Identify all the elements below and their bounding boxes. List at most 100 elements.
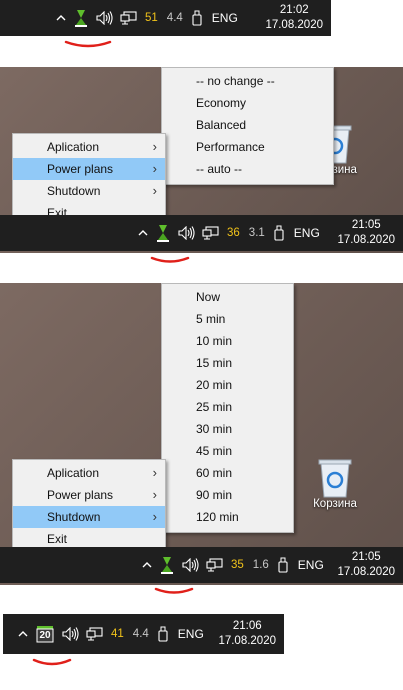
clock-date: 17.08.2020 [218,635,276,647]
menu-item-aplication[interactable]: Aplication › [13,462,165,484]
system-tray: 51 4.4 ENG [56,0,238,36]
shutdown-option-20-min[interactable]: 20 min [162,374,293,396]
screenshot-panel-4: 20 41 4.4 ENG 21:06 17.08.2020 [0,612,403,690]
usb-drive-icon[interactable] [278,557,288,573]
power-plan-balanced[interactable]: Balanced [162,114,333,136]
chevron-up-icon[interactable] [56,13,66,23]
monitor-icon[interactable] [120,11,137,25]
clock-time: 21:02 [279,4,309,16]
shutdown-option-5-min[interactable]: 5 min [162,308,293,330]
red-underline-mark [154,587,194,594]
screenshot-panel-2: Корзина -- no change -- Economy Balanced… [0,67,403,253]
system-tray: 36 3.1 ENG [138,215,320,251]
shutdown-option-30-min[interactable]: 30 min [162,418,293,440]
submenu-arrow-icon: › [152,161,157,176]
speaker-icon[interactable] [178,226,196,240]
recycle-bin[interactable]: Корзина [300,455,370,510]
clock-date: 17.08.2020 [337,566,395,578]
clock-time: 21:05 [351,219,381,231]
cpu-load: 4.4 [132,628,149,640]
cpu-temperature: 35 [231,559,244,571]
cpu-load: 1.6 [252,559,269,571]
battery-status-icon[interactable] [74,9,88,27]
menu-item-label: Power plans [47,488,114,502]
language-indicator[interactable]: ENG [294,226,320,240]
clock-time: 21:06 [232,620,262,632]
usb-drive-icon[interactable] [274,225,284,241]
timer-number: 20 [39,630,51,641]
speaker-icon[interactable] [182,558,200,572]
monitor-icon[interactable] [206,558,223,572]
shutdown-option-10-min[interactable]: 10 min [162,330,293,352]
screenshot-panel-3: Корзина Now 5 min 10 min 15 min 20 min 2… [0,283,403,585]
shutdown-option-120-min[interactable]: 120 min [162,506,293,528]
power-plans-submenu: -- no change -- Economy Balanced Perform… [161,67,334,185]
menu-item-label: Aplication [47,140,100,154]
clock-date: 17.08.2020 [337,234,395,246]
context-menu: Aplication › Power plans › Shutdown › Ex… [12,459,166,553]
power-plan-performance[interactable]: Performance [162,136,333,158]
shutdown-option-60-min[interactable]: 60 min [162,462,293,484]
menu-item-label: Aplication [47,466,100,480]
battery-status-icon[interactable] [156,224,170,242]
usb-drive-icon[interactable] [192,10,202,26]
clock-date: 17.08.2020 [265,19,323,31]
clock[interactable]: 21:05 17.08.2020 [337,550,395,580]
system-tray: 20 41 4.4 ENG [18,614,204,654]
monitor-icon[interactable] [202,226,219,240]
monitor-icon[interactable] [86,627,103,641]
chevron-up-icon[interactable] [138,228,148,238]
menu-item-aplication[interactable]: Aplication › [13,136,165,158]
language-indicator[interactable]: ENG [298,558,324,572]
red-underline-mark [32,658,72,666]
system-tray: 35 1.6 ENG [142,547,324,583]
submenu-arrow-icon: › [152,183,157,198]
taskbar: 36 3.1 ENG 21:05 17.08.2020 [0,215,403,251]
shutdown-option-now[interactable]: Now [162,286,293,308]
usb-drive-icon[interactable] [158,626,168,642]
taskbar: 20 41 4.4 ENG 21:06 17.08.2020 [3,614,284,654]
red-underline-mark [64,40,112,48]
power-plan-economy[interactable]: Economy [162,92,333,114]
clock[interactable]: 21:05 17.08.2020 [337,218,395,248]
menu-item-shutdown[interactable]: Shutdown › [13,506,165,528]
shutdown-option-25-min[interactable]: 25 min [162,396,293,418]
chevron-up-icon[interactable] [142,560,152,570]
menu-item-label: Shutdown [47,184,101,198]
chevron-up-icon[interactable] [18,629,28,639]
language-indicator[interactable]: ENG [178,627,204,641]
menu-item-label: Power plans [47,162,114,176]
clock[interactable]: 21:02 17.08.2020 [265,3,323,33]
taskbar: 35 1.6 ENG 21:05 17.08.2020 [0,547,403,583]
submenu-arrow-icon: › [152,509,157,524]
context-menu: Aplication › Power plans › Shutdown › Ex… [12,133,166,227]
cpu-temperature: 41 [111,628,124,640]
shutdown-submenu: Now 5 min 10 min 15 min 20 min 25 min 30… [161,283,294,533]
menu-item-label: Shutdown [47,510,101,524]
speaker-icon[interactable] [96,11,114,25]
clock-time: 21:05 [351,551,381,563]
cpu-load: 4.4 [166,12,183,24]
recycle-bin-label: Корзина [313,498,357,510]
cpu-temperature: 36 [227,227,240,239]
red-underline-mark [150,256,190,263]
menu-item-power-plans[interactable]: Power plans › [13,484,165,506]
menu-item-power-plans[interactable]: Power plans › [13,158,165,180]
clock[interactable]: 21:06 17.08.2020 [218,619,276,649]
battery-status-icon[interactable] [160,556,174,574]
shutdown-option-90-min[interactable]: 90 min [162,484,293,506]
recycle-bin-icon [318,459,352,498]
power-plan-no-change[interactable]: -- no change -- [162,70,333,92]
cpu-load: 3.1 [248,227,265,239]
power-plan-auto[interactable]: -- auto -- [162,158,333,180]
cpu-temperature: 51 [145,12,158,24]
shutdown-option-45-min[interactable]: 45 min [162,440,293,462]
language-indicator[interactable]: ENG [212,11,238,25]
shutdown-timer-icon[interactable]: 20 [36,625,54,643]
speaker-icon[interactable] [62,627,80,641]
shutdown-option-15-min[interactable]: 15 min [162,352,293,374]
submenu-arrow-icon: › [152,487,157,502]
submenu-arrow-icon: › [152,139,157,154]
menu-item-shutdown[interactable]: Shutdown › [13,180,165,202]
menu-item-label: Exit [47,532,68,546]
